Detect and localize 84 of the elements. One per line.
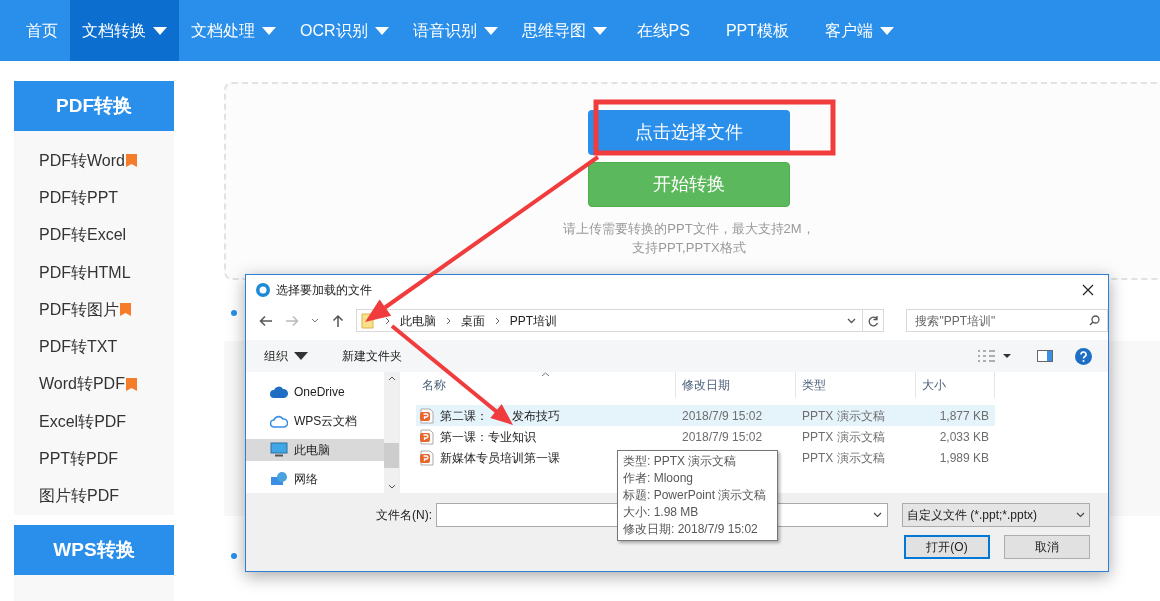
network-icon [270,471,288,486]
sort-icon [541,372,550,377]
chevron-right-icon [494,316,500,325]
tooltip-line: 类型: PPTX 演示文稿 [623,453,738,470]
sidebar-link[interactable]: PDF转Word [39,142,174,180]
search-field[interactable]: 搜索"PPT培训" [906,309,1108,332]
sidebar-link[interactable]: PDF转Excel [39,216,174,254]
upload-hint: 支持PPT,PPTX格式 [632,239,746,257]
app-icon [256,282,270,297]
chevron-down-icon [847,317,857,324]
chevron-right-icon [384,316,390,325]
file-size-cell-text: 2,033 KB [938,428,990,446]
up-arrow-icon [331,313,344,328]
column-header[interactable]: 类型 [796,372,916,398]
caret-icon [294,352,308,360]
nav-pane-item[interactable]: 此电脑 [246,439,384,461]
tooltip-line: 修改日期: 2018/7/9 15:02 [623,521,759,538]
scrollbar-thumb[interactable] [384,442,399,468]
ppt-file-icon [420,428,434,445]
sidebar-link[interactable]: PDF转TXT [39,328,174,366]
view-menu[interactable] [978,350,1011,362]
address-bar[interactable]: 此电脑 桌面 PPT培训 [355,309,885,332]
new-folder-button[interactable]: 新建文件夹 [342,347,402,365]
dialog-button[interactable]: 取消 [1004,535,1090,559]
folder-icon [360,312,375,329]
back-icon [258,314,273,327]
chevron-down-icon [1076,512,1085,518]
filename-label: 文件名(N): [376,507,432,524]
cloud-icon [270,386,288,399]
section-header: WPS转换 [14,524,174,575]
dialog-title: 选择要加载的文件 [276,281,372,299]
file-name-cell[interactable]: 第二课： 发布技巧 [416,405,676,426]
nav-pane-item[interactable]: OneDrive [246,381,384,404]
sidebar-link[interactable]: PDF转PPT [39,179,174,217]
scrollbar[interactable] [384,372,399,493]
list-view-icon [978,350,995,362]
nav-pane-item[interactable]: 网络 [246,467,384,490]
chevron-right-icon [445,316,451,325]
preview-pane-icon [1037,350,1053,362]
sidebar-link[interactable]: PDF转HTML [39,253,174,292]
file-date-cell: 2018/7/9 15:02 [676,405,796,426]
upload-hint: 请上传需要转换的PPT文件，最大支持2M， [563,220,815,238]
nav-pane-item[interactable]: WPS云文档 [246,410,384,432]
file-type-cell-text: PPTX 演示文稿 [801,449,886,467]
forward-icon [284,314,299,327]
sidebar-link[interactable]: PDF转图片 [39,291,174,329]
help-icon [1075,347,1092,365]
close-icon [1082,283,1094,296]
ppt-file-icon [420,407,434,424]
help-button[interactable] [1075,347,1092,365]
file-name-cell[interactable]: 第一课：专业知识 [416,426,676,447]
file-size-cell: 1,877 KB [916,405,995,426]
dialog-button[interactable]: 打开(O) [904,535,990,559]
sidebar-link[interactable]: 图片转PDF [39,477,174,515]
sidebar-link[interactable]: Excel转PDF [39,403,174,441]
file-size-cell-text: 1,989 KB [938,449,990,467]
tooltip-line: 标题: PowerPoint 演示文稿 [623,487,768,504]
refresh-icon [868,314,879,327]
breadcrumb[interactable]: 桌面 [460,311,485,330]
preview-pane-button[interactable] [1037,350,1053,362]
sidebar-link[interactable]: Word转PDF [39,365,174,404]
chevron-down-icon [310,318,319,323]
section-header: PDF转换 [14,81,174,131]
breadcrumb[interactable]: PPT培训 [509,311,558,330]
search-icon [1088,315,1100,326]
chevron-up-icon [387,376,396,381]
organize-menu[interactable]: 组织 [264,347,308,365]
ppt-file-icon [420,449,434,466]
cloud-icon [270,414,288,428]
file-date-cell-text: 2018/7/9 15:02 [681,428,764,446]
tooltip-line: 作者: Mloong [623,470,695,487]
nav-tab[interactable]: 文档转换 [70,0,179,61]
breadcrumb[interactable]: 此电脑 [399,311,436,330]
chevron-down-icon [387,484,396,489]
column-header[interactable]: 名称 [416,372,676,398]
file-type-dropdown[interactable]: 自定义文件 (*.ppt;*.pptx) [902,503,1090,527]
sidebar-link[interactable]: PPT转PDF [39,440,174,478]
file-type-cell-text: PPTX 演示文稿 [801,428,886,446]
chevron-down-icon [873,512,882,518]
file-type-cell: PPTX 演示文稿 [796,405,916,426]
column-header[interactable]: 大小 [916,372,995,398]
column-header[interactable]: 修改日期 [676,372,796,398]
tooltip-line: 大小: 1.98 MB [623,504,700,521]
computer-icon [270,442,288,458]
